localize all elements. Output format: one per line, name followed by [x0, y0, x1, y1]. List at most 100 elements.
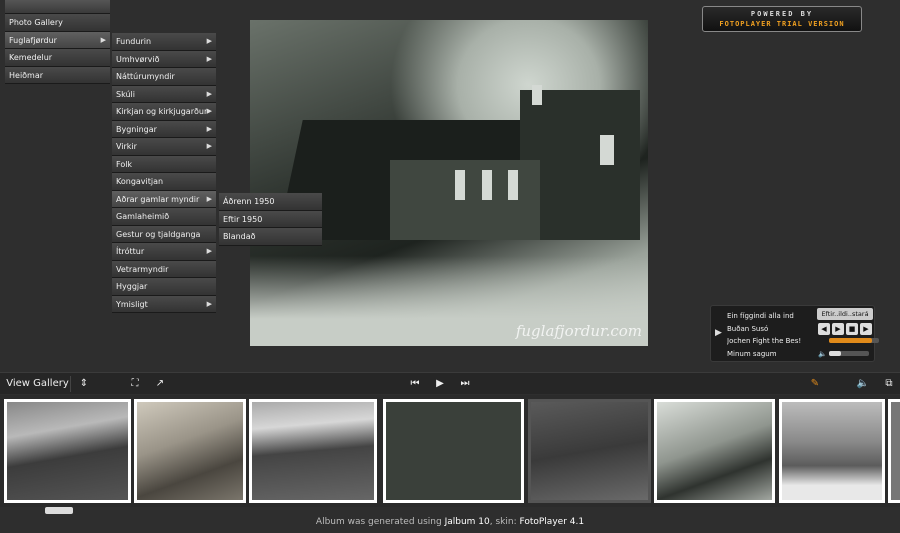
submenu-item[interactable]: Kongavitjan	[112, 173, 216, 191]
sub-menu: Fundurin ▶ Umhvørvið ▶ Náttúrumyndir Skúli…	[112, 33, 216, 313]
photo-window	[508, 170, 518, 200]
submenu-item-label: Skúli	[116, 89, 135, 99]
menu-item-fuglafjordur[interactable]: Fuglafjørdur ▶	[5, 31, 110, 49]
submenu-item-label: Kongavitjan	[116, 177, 164, 186]
thumbnail-scrollbar[interactable]	[45, 507, 73, 514]
thumbnail-image	[7, 402, 128, 500]
submenu-item-label: Vetrarmyndir	[116, 264, 169, 274]
powered-line1: POWERED BY	[750, 10, 814, 18]
next-icon[interactable]: ⏭	[456, 376, 474, 392]
thumbnail[interactable]	[779, 399, 885, 503]
music-prev-icon[interactable]: ◀	[818, 323, 830, 335]
thumbnail-strip	[0, 395, 900, 507]
submenu-item[interactable]: Ymisligt ▶	[112, 295, 216, 313]
volume-slider[interactable]	[829, 351, 869, 356]
powered-by-badge[interactable]: POWERED BY FOTOPLAYER TRIAL VERSION	[702, 6, 862, 32]
powered-line2: FOTOPLAYER TRIAL VERSION	[719, 20, 845, 28]
footer-credit: Album was generated using Jalbum 10, ski…	[0, 514, 900, 533]
submenu-item[interactable]: Bygningar ▶	[112, 120, 216, 138]
main-menu: Photo Gallery Fuglafjørdur ▶ Kemedelur He…	[5, 0, 110, 84]
thumbnail[interactable]	[888, 399, 900, 503]
footer-prefix: Album was generated using	[315, 517, 445, 527]
thumbnail-image	[657, 402, 772, 500]
submenu-item[interactable]: Náttúrumyndir	[112, 68, 216, 86]
chevron-right-icon: ▶	[206, 54, 212, 63]
track-item[interactable]: Buðan Susó	[727, 323, 817, 336]
submenu-item[interactable]: Virkir ▶	[112, 138, 216, 156]
speaker-icon: 🔈	[818, 350, 827, 358]
track-item[interactable]: Minum sagum	[727, 348, 817, 361]
photo-window	[532, 85, 542, 105]
thumbnail[interactable]	[4, 399, 131, 503]
thumbnail-image	[891, 402, 900, 500]
track-item[interactable]: Jochen Fight the Bes!	[727, 335, 817, 348]
thumbnail-image	[531, 402, 648, 500]
submenu-item-label: Gestur og tjaldganga	[116, 229, 201, 239]
third-menu: Áðrenn 1950 Eftir 1950 Blandað	[219, 193, 322, 246]
track-item[interactable]: Ein fíggindi alla ind	[727, 310, 817, 323]
submenu-item[interactable]: Umhvørvið ▶	[112, 50, 216, 68]
footer-app-link[interactable]: Jalbum 10	[445, 517, 490, 527]
thumbnail-image	[137, 402, 243, 500]
main-photo: fuglafjordur.com	[250, 20, 648, 346]
submenu-item-label: Náttúrumyndir	[116, 72, 175, 81]
playlist-toggle-icon[interactable]: ▶	[715, 328, 722, 338]
thumbnail[interactable]	[654, 399, 775, 503]
thumbnail-image	[386, 402, 521, 500]
photo-watermark: fuglafjordur.com	[515, 322, 642, 340]
fullscreen-icon[interactable]: ⧉	[882, 376, 896, 392]
footer-middle: , skin:	[489, 517, 520, 527]
menu-item-photo-gallery[interactable]: Photo Gallery	[5, 14, 110, 32]
thumbnail-image	[782, 402, 882, 500]
submenu-item-label: Umhvørvið	[116, 54, 160, 64]
footer-skin-link[interactable]: FotoPlayer 4.1	[519, 517, 584, 527]
music-player: ▶ Ein fíggindi alla ind Buðan Susó Joche…	[710, 305, 879, 362]
submenu-item-label: Virkir	[116, 142, 137, 151]
third-menu-item[interactable]: Áðrenn 1950	[219, 193, 322, 211]
submenu-item[interactable]: Hyggjar	[112, 278, 216, 296]
music-controls: ◀ ▶ ■ ▶	[818, 323, 872, 335]
menu-item-kemedelur[interactable]: Kemedelur	[5, 49, 110, 67]
menu-item-heidmar[interactable]: Heiðmar	[5, 66, 110, 84]
submenu-item[interactable]: Kirkjan og kirkjugarður ▶	[112, 103, 216, 121]
music-next-icon[interactable]: ▶	[860, 323, 872, 335]
previous-icon[interactable]: ⏮	[406, 376, 424, 392]
submenu-item-label: Hyggjar	[116, 282, 148, 291]
third-menu-item[interactable]: Blandað	[219, 228, 322, 246]
submenu-item[interactable]: Fundurin ▶	[112, 33, 216, 51]
submenu-item[interactable]: Folk	[112, 155, 216, 173]
music-progress-bar[interactable]	[829, 338, 879, 343]
chevron-right-icon: ▶	[206, 194, 212, 203]
third-menu-item[interactable]: Eftir 1950	[219, 210, 322, 228]
music-stop-icon[interactable]: ■	[846, 323, 858, 335]
sound-icon[interactable]: 🔈	[855, 376, 871, 392]
thumbnail-selected[interactable]	[528, 399, 651, 503]
view-gallery-button[interactable]: View Gallery	[5, 376, 71, 392]
thumbnail[interactable]	[249, 399, 377, 503]
submenu-item-label: Kirkjan og kirkjugarður	[116, 107, 208, 116]
submenu-item-label: Ymisligt	[116, 299, 148, 309]
fit-screen-icon[interactable]: ⛶	[127, 376, 143, 392]
share-icon[interactable]: ↗	[152, 376, 168, 392]
thumbnail[interactable]	[383, 399, 524, 503]
submenu-item[interactable]: Gamlaheimið	[112, 208, 216, 226]
submenu-item[interactable]: Skúli ▶	[112, 85, 216, 103]
chevron-right-icon: ▶	[206, 37, 212, 45]
photo-window	[482, 170, 492, 200]
submenu-item[interactable]: Gestur og tjaldganga	[112, 225, 216, 243]
thumbnail[interactable]	[134, 399, 246, 503]
gallery-arrows-icon[interactable]: ⇕	[76, 376, 92, 392]
submenu-item[interactable]: Ítróttur ▶	[112, 243, 216, 261]
chevron-right-icon: ▶	[206, 142, 212, 150]
submenu-item[interactable]: Aðrar gamlar myndir ▶	[112, 190, 216, 208]
thumbnail-image	[252, 402, 374, 500]
notes-icon[interactable]: ✎	[807, 376, 823, 392]
submenu-item-label: Folk	[116, 159, 133, 169]
chevron-right-icon: ▶	[206, 107, 212, 115]
play-icon[interactable]: ▶	[431, 376, 449, 392]
chevron-right-icon: ▶	[206, 89, 212, 98]
music-play-icon[interactable]: ▶	[832, 323, 844, 335]
submenu-item[interactable]: Vetrarmyndir	[112, 260, 216, 278]
submenu-item-label: Ítróttur	[116, 247, 145, 256]
chevron-right-icon: ▶	[206, 124, 212, 133]
